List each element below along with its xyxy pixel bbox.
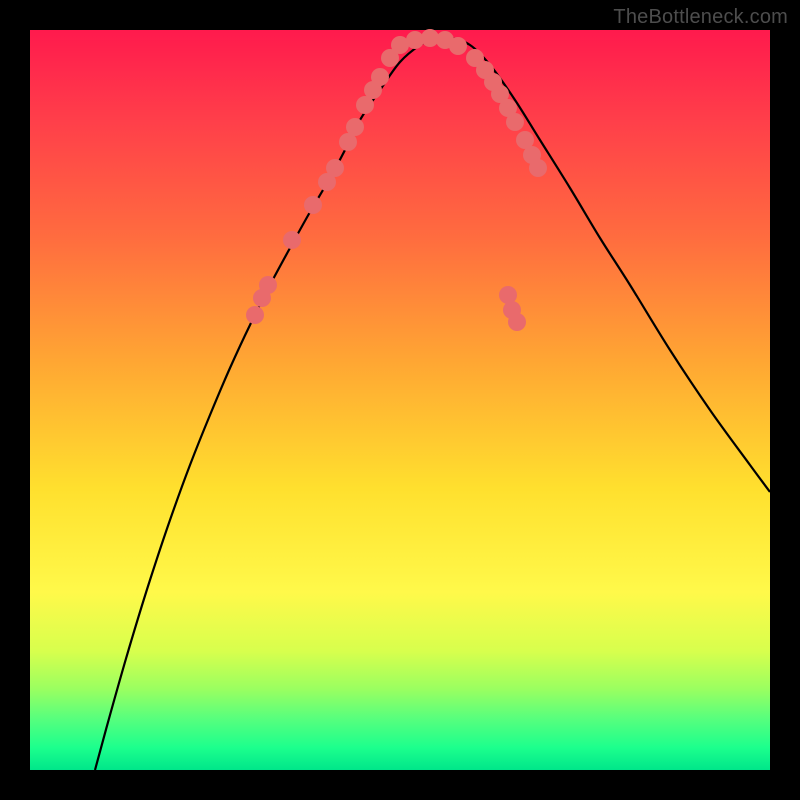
marker-dot (346, 118, 364, 136)
bottleneck-curve (95, 37, 770, 770)
marker-dot (283, 231, 301, 249)
marker-dot (508, 313, 526, 331)
marker-dot (326, 159, 344, 177)
watermark-text: TheBottleneck.com (613, 6, 788, 29)
marker-dot (449, 37, 467, 55)
marker-dot (506, 113, 524, 131)
marker-dot (304, 196, 322, 214)
marker-dot (246, 306, 264, 324)
curve-markers (246, 29, 547, 331)
plot-area (30, 30, 770, 770)
curve-svg (30, 30, 770, 770)
marker-dot (529, 159, 547, 177)
marker-dot (259, 276, 277, 294)
chart-frame: TheBottleneck.com (0, 0, 800, 800)
marker-dot (371, 68, 389, 86)
